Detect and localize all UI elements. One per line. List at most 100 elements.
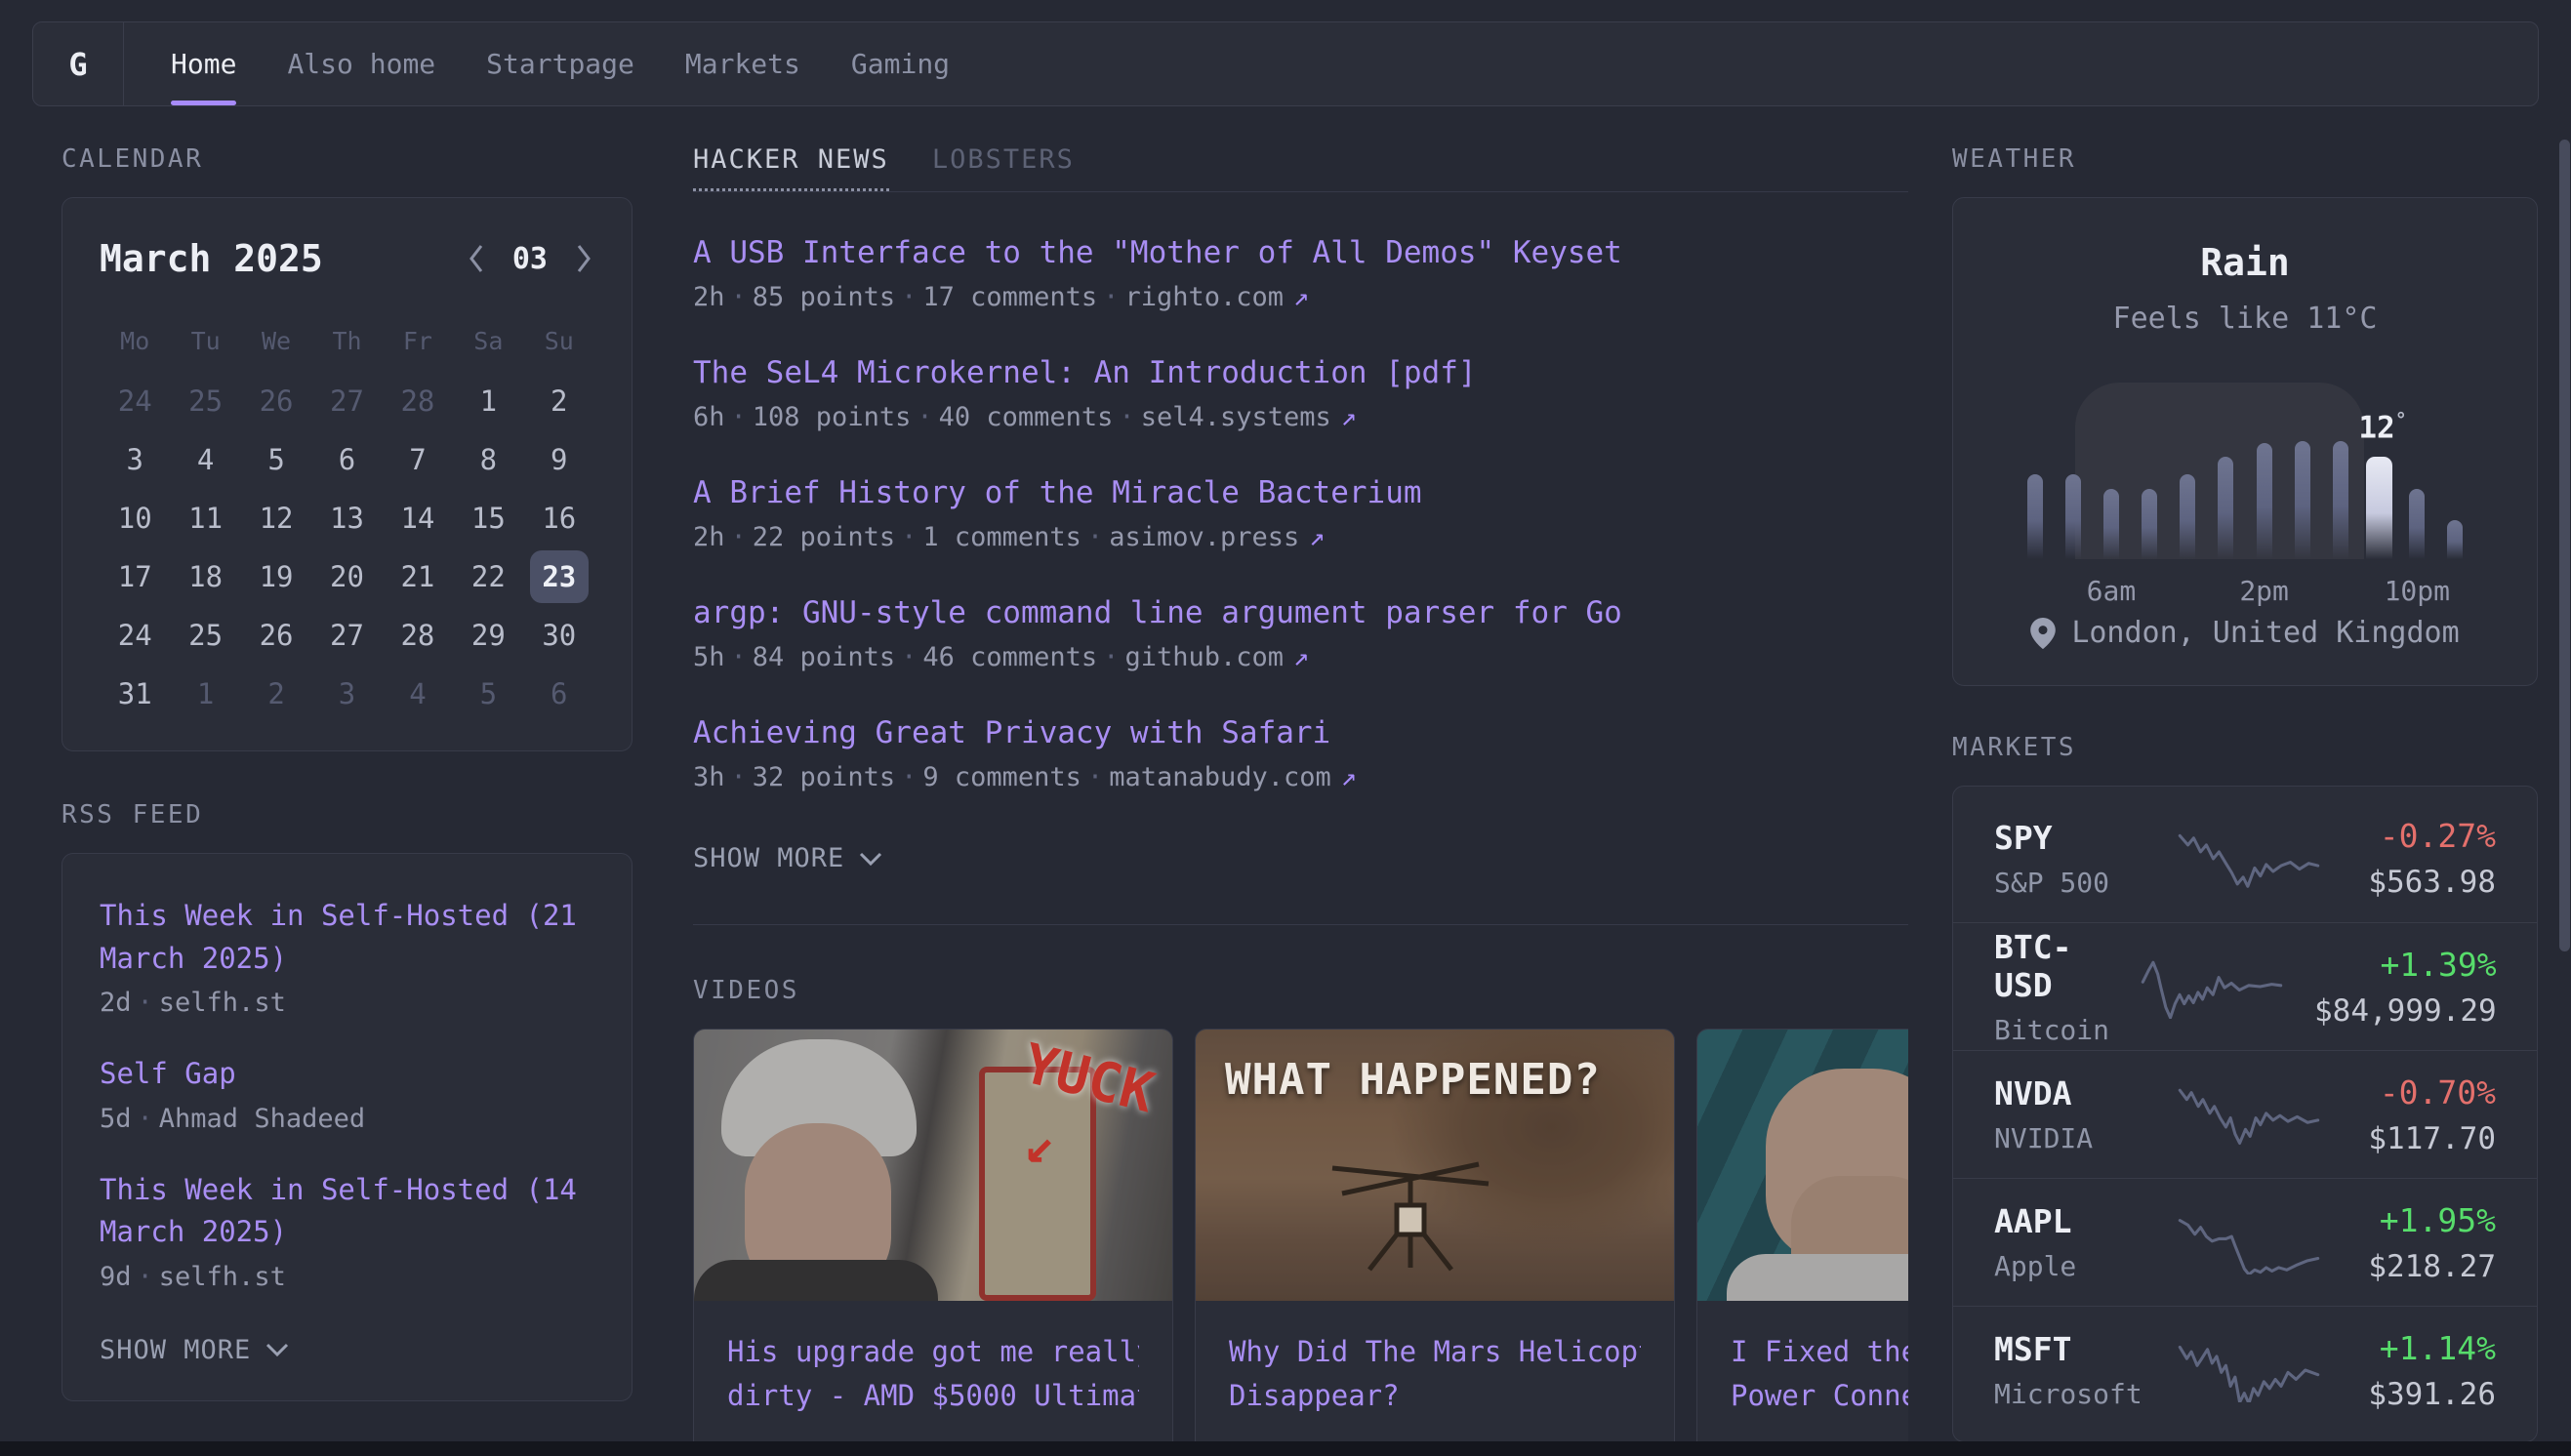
calendar-day[interactable]: 19 (241, 549, 311, 604)
calendar-day-number: 31 (118, 677, 152, 710)
app-logo[interactable]: G (33, 22, 124, 105)
calendar-day[interactable]: 24 (100, 374, 170, 428)
video-title[interactable]: I Fixed the 5Power Connect (1731, 1330, 1908, 1418)
calendar-day[interactable]: 2 (524, 374, 594, 428)
calendar-day[interactable]: 11 (170, 491, 240, 546)
calendar-next-button[interactable] (573, 242, 594, 275)
rss-item: Self Gap5d·Ahmad Shadeed (100, 1053, 594, 1134)
calendar-day[interactable]: 22 (453, 549, 523, 604)
calendar-day[interactable]: 28 (383, 608, 453, 663)
market-row-msft[interactable]: MSFTMicrosoft+1.14%$391.26 (1953, 1306, 2537, 1434)
calendar-day[interactable]: 7 (383, 432, 453, 487)
video-card[interactable]: WHAT HAPPENED?Why Did The Mars Helicopte… (1195, 1029, 1675, 1456)
calendar-day-number: 11 (188, 502, 223, 535)
rss-show-more-button[interactable]: SHOW MORE (100, 1335, 290, 1365)
calendar-day[interactable]: 9 (524, 432, 594, 487)
calendar-day[interactable]: 30 (524, 608, 594, 663)
calendar-day[interactable]: 3 (311, 667, 382, 721)
calendar-day-number: 25 (188, 384, 223, 418)
calendar-day[interactable]: 12 (241, 491, 311, 546)
calendar-day[interactable]: 25 (170, 608, 240, 663)
tab-startpage[interactable]: Startpage (486, 22, 634, 105)
calendar-day-today[interactable]: 23 (524, 549, 594, 604)
news-item-title[interactable]: A USB Interface to the "Mother of All De… (693, 235, 1908, 270)
rss-item-title[interactable]: This Week in Self-Hosted (21 March 2025) (100, 895, 594, 980)
calendar-day-number: 3 (126, 443, 143, 476)
calendar-day[interactable]: 2 (241, 667, 311, 721)
calendar-day[interactable]: 4 (170, 432, 240, 487)
markets-widget: SPYS&P 500-0.27%$563.98BTC-USDBitcoin+1.… (1952, 786, 2538, 1442)
right-column: WEATHER Rain Feels like 11°C 6am2pm12°10… (1952, 144, 2538, 1456)
calendar-day[interactable]: 29 (453, 608, 523, 663)
calendar-day[interactable]: 21 (383, 549, 453, 604)
calendar-day[interactable]: 15 (453, 491, 523, 546)
calendar-day[interactable]: 10 (100, 491, 170, 546)
market-row-aapl[interactable]: AAPLApple+1.95%$218.27 (1953, 1178, 2537, 1306)
market-symbol: AAPL (1994, 1202, 2146, 1240)
calendar-day[interactable]: 14 (383, 491, 453, 546)
weather-bar-slot: 2pm (2245, 388, 2283, 559)
calendar-day[interactable]: 5 (241, 432, 311, 487)
news-tab-lobsters[interactable]: LOBSTERS (932, 144, 1075, 188)
market-row-nvda[interactable]: NVDANVIDIA-0.70%$117.70 (1953, 1050, 2537, 1178)
tab-gaming[interactable]: Gaming (851, 22, 950, 105)
news-item-title[interactable]: Achieving Great Privacy with Safari (693, 715, 1908, 750)
video-card[interactable]: DOTHTI Fixed the 5Power Connect3d·Linus … (1696, 1029, 1908, 1456)
calendar-day[interactable]: 27 (311, 374, 382, 428)
tab-markets[interactable]: Markets (685, 22, 800, 105)
calendar-month-number[interactable]: 03 (512, 242, 548, 276)
tab-also-home[interactable]: Also home (287, 22, 435, 105)
video-title[interactable]: His upgrade got me reallydirty - AMD $50… (727, 1330, 1139, 1418)
market-symbol: MSFT (1994, 1330, 2146, 1368)
calendar-day[interactable]: 17 (100, 549, 170, 604)
weather-widget: Rain Feels like 11°C 6am2pm12°10pm Londo… (1952, 197, 2538, 686)
weather-bar-slot (2283, 388, 2321, 559)
scrollbar-thumb[interactable] (2559, 140, 2570, 951)
calendar-day-number: 6 (551, 677, 567, 710)
calendar-day[interactable]: 6 (311, 432, 382, 487)
calendar-day[interactable]: 4 (383, 667, 453, 721)
calendar-day[interactable]: 5 (453, 667, 523, 721)
calendar-day[interactable]: 1 (453, 374, 523, 428)
calendar-day[interactable]: 25 (170, 374, 240, 428)
calendar-day[interactable]: 20 (311, 549, 382, 604)
market-identity: MSFTMicrosoft (1994, 1330, 2146, 1410)
calendar-day[interactable]: 28 (383, 374, 453, 428)
news-tab-hacker-news[interactable]: HACKER NEWS (693, 144, 889, 191)
calendar-day[interactable]: 24 (100, 608, 170, 663)
calendar-day[interactable]: 27 (311, 608, 382, 663)
calendar-day[interactable]: 31 (100, 667, 170, 721)
calendar-day[interactable]: 26 (241, 374, 311, 428)
market-row-btc-usd[interactable]: BTC-USDBitcoin+1.39%$84,999.29 (1953, 922, 2537, 1050)
news-item-domain[interactable]: github.com (1124, 642, 1284, 672)
rss-item-source: Ahmad Shadeed (159, 1104, 365, 1134)
calendar-day-number: 6 (339, 443, 355, 476)
calendar-day[interactable]: 3 (100, 432, 170, 487)
meta-separator-dot: · (132, 1104, 159, 1134)
current-hour-bar (2366, 457, 2392, 559)
tab-home[interactable]: Home (171, 22, 236, 105)
news-item-domain[interactable]: asimov.press (1109, 522, 1299, 552)
video-card[interactable]: YUCK↙His upgrade got me reallydirty - AM… (693, 1029, 1173, 1456)
news-item-domain[interactable]: righto.com (1124, 282, 1284, 312)
news-item-domain[interactable]: matanabudy.com (1109, 762, 1331, 792)
market-row-spy[interactable]: SPYS&P 500-0.27%$563.98 (1953, 794, 2537, 922)
news-item-title[interactable]: argp: GNU-style command line argument pa… (693, 595, 1908, 630)
news-item-title[interactable]: A Brief History of the Miracle Bacterium (693, 475, 1908, 510)
rss-item-title[interactable]: This Week in Self-Hosted (14 March 2025) (100, 1169, 594, 1254)
calendar-day[interactable]: 26 (241, 608, 311, 663)
calendar-day[interactable]: 8 (453, 432, 523, 487)
calendar-day[interactable]: 16 (524, 491, 594, 546)
news-item-title[interactable]: The SeL4 Microkernel: An Introduction [p… (693, 355, 1908, 390)
calendar-day[interactable]: 18 (170, 549, 240, 604)
news-show-more-button[interactable]: SHOW MORE (693, 843, 883, 873)
news-item-domain[interactable]: sel4.systems (1141, 402, 1331, 432)
calendar-prev-button[interactable] (466, 242, 487, 275)
calendar-day[interactable]: 6 (524, 667, 594, 721)
video-title[interactable]: Why Did The Mars HelicopterDisappear? (1229, 1330, 1641, 1418)
calendar-day[interactable]: 13 (311, 491, 382, 546)
news-item-points: 84 points (753, 642, 895, 672)
rss-item-title[interactable]: Self Gap (100, 1053, 594, 1096)
videos-row: YUCK↙His upgrade got me reallydirty - AM… (693, 1029, 1908, 1456)
calendar-day[interactable]: 1 (170, 667, 240, 721)
